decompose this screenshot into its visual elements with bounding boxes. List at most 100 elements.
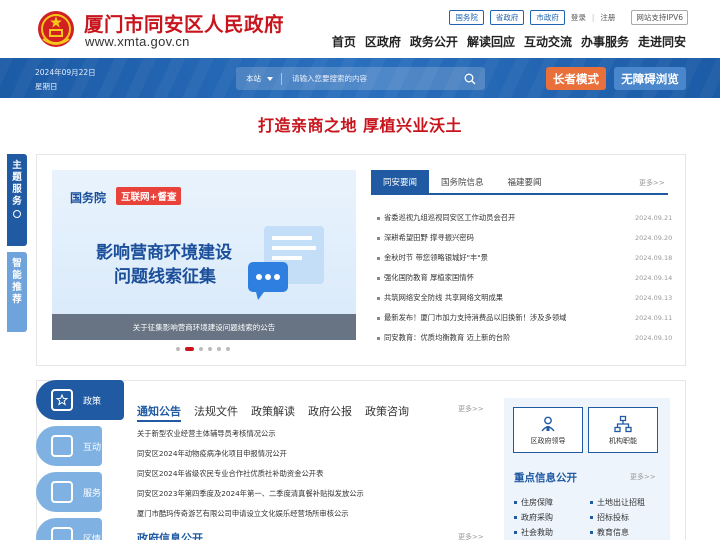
- news-item[interactable]: 深耕希望田野 撑寻振兴密码 2024.09.20: [377, 228, 672, 248]
- news-item-title[interactable]: 同安教育：优质均衡教育 迈上新的台阶: [384, 333, 635, 343]
- category-interaction[interactable]: 互动: [36, 426, 102, 466]
- key-info-item[interactable]: 社会救助: [514, 527, 590, 538]
- news-item-title[interactable]: 共筑网络安全防线 共享网络文明成果: [384, 293, 635, 303]
- bullet: [377, 256, 380, 260]
- search-box: 本站: [236, 67, 485, 90]
- tab-policy-interpretation[interactable]: 政策解读: [251, 403, 295, 422]
- nav-home[interactable]: 首页: [332, 33, 356, 50]
- category-district-info[interactable]: 区情: [36, 518, 102, 540]
- carousel-dot[interactable]: [199, 347, 203, 351]
- carousel-headline-1: 影响营商环境建设: [96, 243, 232, 263]
- chat-icon: [51, 435, 73, 457]
- register-link[interactable]: 注册: [600, 12, 615, 23]
- search-scope-select[interactable]: 本站: [236, 73, 267, 84]
- circle-icon: [13, 210, 21, 218]
- key-info-item-label: 政府采购: [521, 513, 553, 522]
- news-item-date: 2024.09.10: [635, 334, 673, 342]
- bullet: [377, 296, 380, 300]
- tab-regulations[interactable]: 法规文件: [194, 403, 238, 422]
- search-icon[interactable]: [459, 67, 481, 90]
- policy-item[interactable]: 关于新型农业经营主体辅导员考核情况公示: [137, 424, 467, 444]
- category-services[interactable]: 服务: [36, 472, 102, 512]
- key-info-item-label: 招标投标: [597, 513, 629, 522]
- news-carousel[interactable]: 国务院 互联网+督查 影响营商环境建设 问题线索征集 关于征集影响营商环境建设问…: [52, 170, 356, 340]
- key-info-item[interactable]: 教育信息: [590, 527, 666, 538]
- key-info-item-label: 土地出让招租: [597, 498, 645, 507]
- news-item-title[interactable]: 强化国防教育 厚植家国情怀: [384, 273, 635, 283]
- key-info-title[interactable]: 重点信息公开: [514, 470, 577, 485]
- key-info-item-label: 教育信息: [597, 528, 629, 537]
- gov-info-title[interactable]: 政府信息公开: [137, 530, 203, 540]
- carousel-dot[interactable]: [208, 347, 212, 351]
- key-info-item[interactable]: 招标投标: [590, 512, 666, 523]
- side-tab-smart-label: 智能推荐: [12, 258, 22, 305]
- key-info-item-label: 住房保障: [521, 498, 553, 507]
- quick-link-functions-label: 机构职能: [609, 436, 637, 445]
- carousel-dot-active[interactable]: [185, 347, 194, 351]
- category-policy[interactable]: 政策: [36, 380, 124, 420]
- nav-services[interactable]: 办事服务: [581, 33, 629, 50]
- login-link[interactable]: 登录: [571, 12, 586, 23]
- key-info-item[interactable]: 土地出让招租: [590, 497, 666, 508]
- news-item-title[interactable]: 省委巡视九组巡视同安区工作动员会召开: [384, 213, 635, 223]
- top-links: 国务院 省政府 市政府 登录 | 注册 网站支持IPV6: [449, 10, 688, 25]
- nav-district-gov[interactable]: 区政府: [365, 33, 401, 50]
- nav-gov-affairs[interactable]: 政务公开: [410, 33, 458, 50]
- news-item[interactable]: 共筑网络安全防线 共享网络文明成果 2024.09.13: [377, 288, 673, 308]
- nav-interpretation[interactable]: 解读回应: [467, 33, 515, 50]
- news-item-date: 2024.09.21: [635, 214, 673, 222]
- quick-link-functions[interactable]: 机构职能: [588, 407, 658, 453]
- category-policy-label: 政策: [83, 396, 102, 407]
- monitor-icon: [51, 481, 73, 503]
- site-title[interactable]: 厦门市同安区人民政府: [84, 8, 284, 37]
- side-tab-smart-recommend[interactable]: 智能推荐: [7, 252, 27, 332]
- tab-state-council-info[interactable]: 国务院信息: [429, 170, 496, 193]
- carousel-dot[interactable]: [176, 347, 180, 351]
- policy-more-link[interactable]: 更多>>: [458, 404, 484, 414]
- policy-item[interactable]: 同安区2023年第四季度及2024年第一、二季度清真餐补贴拟发放公示: [137, 484, 467, 504]
- tab-fujian-news[interactable]: 福建要闻: [496, 170, 554, 193]
- news-item[interactable]: 最新发布！厦门市加力支持消费品以旧换新！涉及多领域 2024.09.11: [377, 308, 672, 328]
- gov-info-more-link[interactable]: 更多>>: [458, 532, 484, 540]
- carousel-tag-state-council: 国务院: [70, 191, 107, 205]
- key-info-more-link[interactable]: 更多>>: [630, 472, 656, 482]
- news-item-title[interactable]: 金秋时节 带您领略银城好"丰"景: [384, 253, 635, 263]
- key-info-item[interactable]: 住房保障: [514, 497, 590, 508]
- carousel-caption[interactable]: 关于征集影响营商环境建设问题线索的公告: [52, 314, 356, 340]
- nav-interaction[interactable]: 互动交流: [524, 33, 572, 50]
- policy-item[interactable]: 同安区2024年动物疫病净化项目申报情况公开: [137, 444, 467, 464]
- side-tab-topic-services[interactable]: 主题服务: [7, 154, 27, 246]
- policy-item[interactable]: 厦门市酷玛传奇游艺有限公司申请设立文化娱乐经营场所审核公示: [137, 504, 467, 524]
- org-chart-icon: [614, 415, 632, 432]
- news-item-title[interactable]: 最新发布！厦门市加力支持消费品以旧换新！涉及多领域: [384, 313, 635, 323]
- quick-link-leaders[interactable]: 区政府领导: [513, 407, 583, 453]
- bullet: [590, 516, 593, 519]
- news-item-date: 2024.09.14: [635, 274, 673, 282]
- news-item-title[interactable]: 深耕希望田野 撑寻振兴密码: [384, 233, 635, 243]
- chevron-down-icon[interactable]: [267, 76, 273, 81]
- search-input[interactable]: [292, 74, 459, 83]
- elder-mode-button[interactable]: 长者模式: [546, 67, 606, 90]
- news-item[interactable]: 强化国防教育 厚植家国情怀 2024.09.14: [377, 268, 673, 288]
- link-state-council[interactable]: 国务院: [449, 10, 484, 25]
- news-item[interactable]: 同安教育：优质均衡教育 迈上新的台阶 2024.09.10: [377, 328, 673, 348]
- national-emblem-icon[interactable]: [37, 9, 75, 49]
- carousel-dot[interactable]: [217, 347, 221, 351]
- news-more-link[interactable]: 更多>>: [639, 178, 665, 188]
- nav-about-tongan[interactable]: 走进同安: [638, 33, 686, 50]
- tab-gov-gazette[interactable]: 政府公报: [308, 403, 352, 422]
- carousel-dot[interactable]: [226, 347, 230, 351]
- key-info-item[interactable]: 政府采购: [514, 512, 590, 523]
- accessible-browse-button[interactable]: 无障碍浏览: [614, 67, 686, 90]
- link-province-gov[interactable]: 省政府: [489, 10, 525, 25]
- policy-item[interactable]: 同安区2024年省级农民专业合作社优质社补助资金公开表: [137, 464, 467, 484]
- news-item-date: 2024.09.13: [635, 294, 673, 302]
- news-item[interactable]: 金秋时节 带您领略银城好"丰"景 2024.09.18: [377, 248, 672, 268]
- tab-tongan-news[interactable]: 同安要闻: [371, 170, 430, 193]
- news-item[interactable]: 省委巡视九组巡视同安区工作动员会召开 2024.09.21: [377, 208, 673, 228]
- tab-policy-consult[interactable]: 政策咨询: [365, 403, 409, 422]
- tab-notices[interactable]: 通知公告: [137, 403, 181, 422]
- main-nav: 首页 区政府 政务公开 解读回应 互动交流 办事服务 走进同安: [332, 33, 686, 50]
- link-city-gov[interactable]: 市政府: [530, 10, 565, 25]
- policy-list: 关于新型农业经营主体辅导员考核情况公示 同安区2024年动物疫病净化项目申报情况公…: [137, 424, 467, 524]
